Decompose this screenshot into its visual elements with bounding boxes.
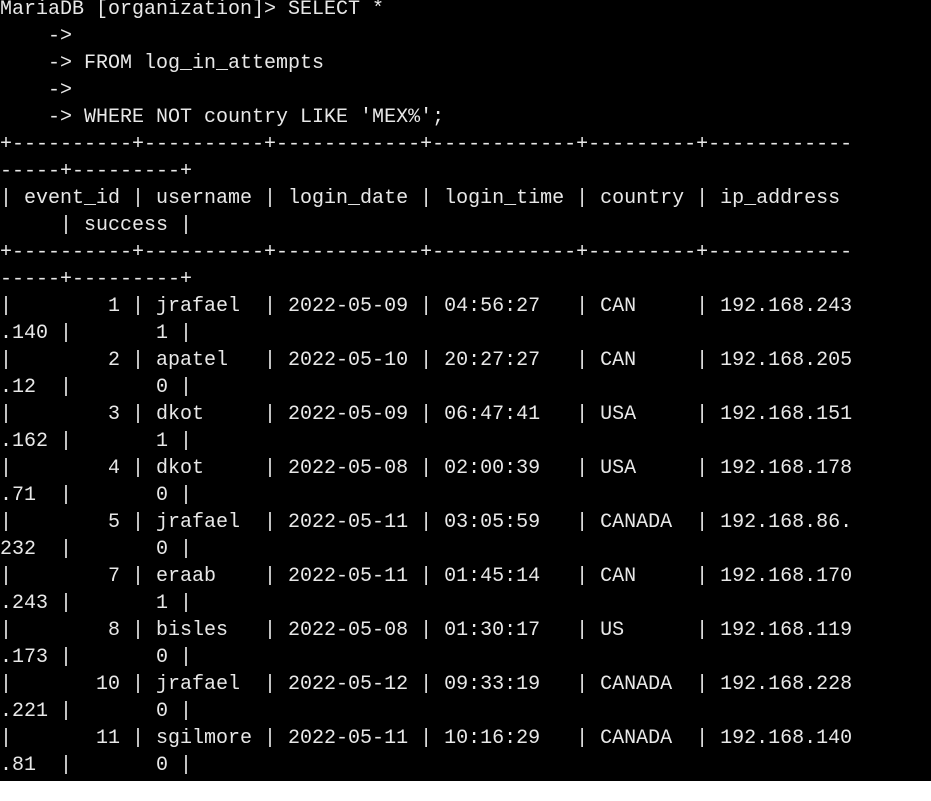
table-row-wrap: .162 | 1 | (0, 430, 193, 453)
table-row-wrap: .71 | 0 | (0, 484, 193, 507)
table-row-wrap: .12 | 0 | (0, 376, 193, 399)
table-row: | 8 | bisles | 2022-05-08 | 01:30:17 | U… (0, 619, 853, 642)
table-row-wrap: .140 | 1 | (0, 322, 193, 345)
table-row-wrap: .81 | 0 | (0, 754, 193, 777)
table-row: | 2 | apatel | 2022-05-10 | 20:27:27 | C… (0, 349, 853, 372)
table-row: | 1 | jrafael | 2022-05-09 | 04:56:27 | … (0, 295, 853, 318)
continuation-line: -> FROM log_in_attempts (0, 52, 325, 75)
table-row-wrap: 232 | 0 | (0, 538, 193, 561)
table-row-wrap: .243 | 1 | (0, 592, 193, 615)
table-row: | 10 | jrafael | 2022-05-12 | 09:33:19 |… (0, 673, 853, 696)
table-row: | 7 | eraab | 2022-05-11 | 01:45:14 | CA… (0, 565, 853, 588)
table-header: | event_id | username | login_date | log… (0, 187, 841, 210)
table-row-wrap: .221 | 0 | (0, 700, 193, 723)
table-header-wrap: | success | (0, 214, 193, 237)
table-row: | 3 | dkot | 2022-05-09 | 06:47:41 | USA… (0, 403, 853, 426)
terminal-window[interactable]: MariaDB [organization]> SELECT * -> -> F… (0, 0, 931, 781)
table-border: +----------+----------+------------+----… (0, 241, 853, 264)
table-row: | 11 | sgilmore | 2022-05-11 | 10:16:29 … (0, 727, 853, 750)
continuation-line: -> (0, 25, 73, 48)
prompt-line: MariaDB [organization]> SELECT * (0, 0, 385, 21)
continuation-line: -> WHERE NOT country LIKE 'MEX%'; (0, 106, 445, 129)
table-row: | 5 | jrafael | 2022-05-11 | 03:05:59 | … (0, 511, 853, 534)
table-border: +----------+----------+------------+----… (0, 133, 853, 156)
table-row: | 4 | dkot | 2022-05-08 | 02:00:39 | USA… (0, 457, 853, 480)
continuation-line: -> (0, 79, 73, 102)
table-border-wrap: -----+---------+ (0, 268, 193, 291)
terminal-output: MariaDB [organization]> SELECT * -> -> F… (0, 0, 852, 779)
table-border-wrap: -----+---------+ (0, 160, 193, 183)
table-row-wrap: .173 | 0 | (0, 646, 193, 669)
